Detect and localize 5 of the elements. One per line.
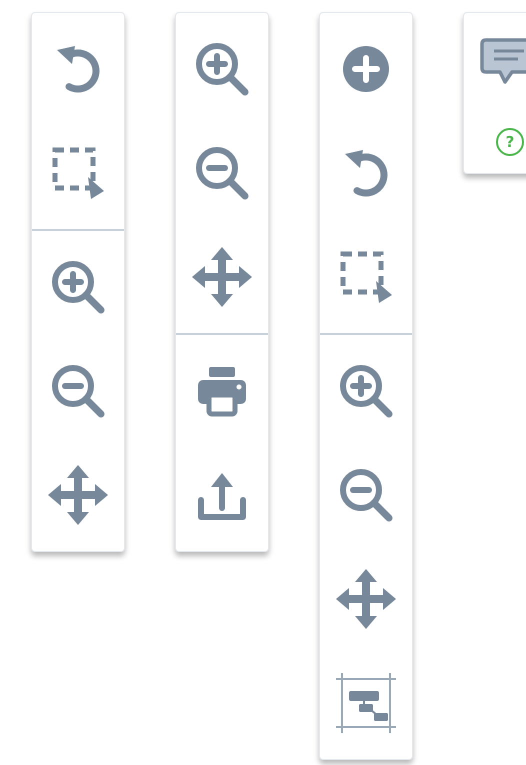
move-icon [334, 567, 398, 631]
move-icon [190, 245, 254, 309]
help-button[interactable]: ? [496, 128, 524, 156]
move-icon [46, 463, 110, 527]
diagram-fit-icon [334, 671, 398, 735]
